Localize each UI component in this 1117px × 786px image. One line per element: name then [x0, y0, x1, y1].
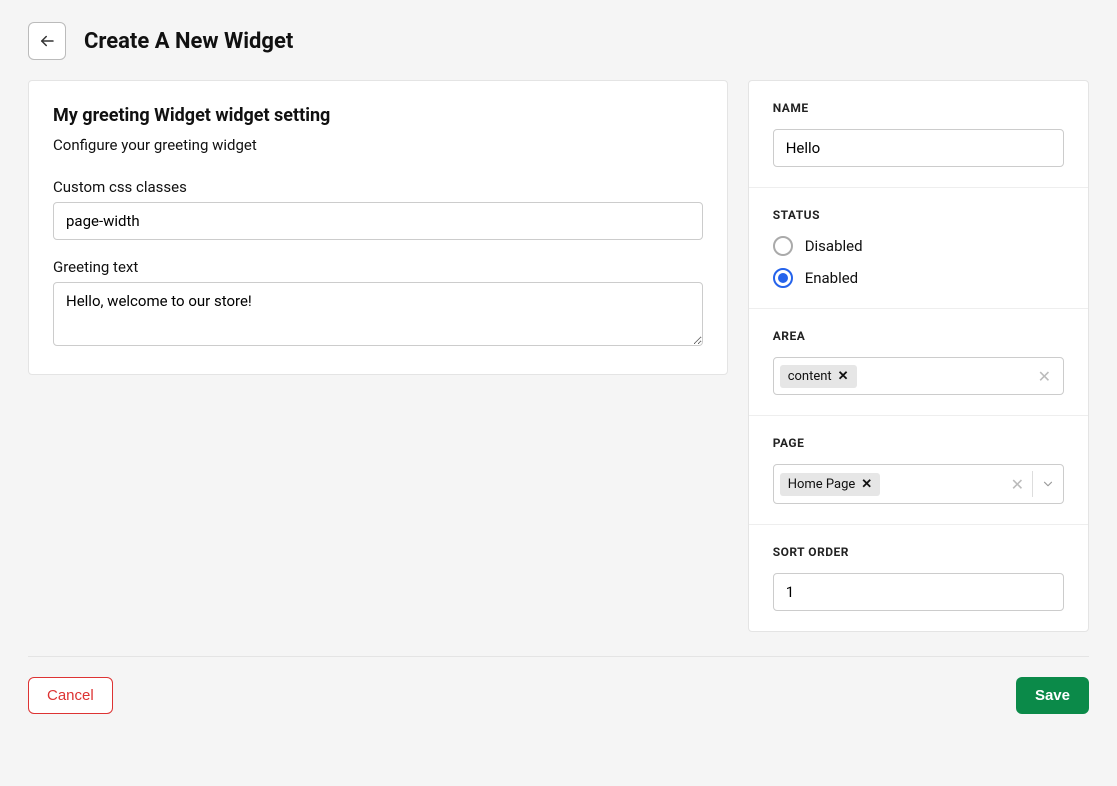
cancel-button[interactable]: Cancel	[28, 677, 113, 714]
page-clear-icon[interactable]: ✕	[1003, 465, 1032, 503]
name-input[interactable]	[773, 129, 1064, 167]
area-chip-label: content	[788, 369, 832, 384]
radio-icon	[773, 268, 793, 288]
card-title: My greeting Widget widget setting	[53, 105, 703, 126]
area-label: AREA	[773, 329, 1064, 343]
widget-settings-card: My greeting Widget widget setting Config…	[28, 80, 728, 375]
status-disabled-option[interactable]: Disabled	[773, 236, 1064, 256]
status-enabled-label: Enabled	[805, 269, 858, 287]
chevron-down-icon	[1041, 477, 1055, 491]
area-clear-icon[interactable]: ✕	[1032, 367, 1057, 386]
sort-order-input[interactable]	[773, 573, 1064, 611]
page-chip: Home Page ✕	[780, 473, 881, 496]
sort-order-label: SORT ORDER	[773, 545, 1064, 559]
status-enabled-option[interactable]: Enabled	[773, 268, 1064, 288]
area-field[interactable]: content ✕ ✕	[773, 357, 1064, 395]
status-label: STATUS	[773, 208, 1064, 222]
area-chip: content ✕	[780, 365, 857, 388]
greeting-text-label: Greeting text	[53, 258, 703, 276]
save-button[interactable]: Save	[1016, 677, 1089, 714]
close-icon[interactable]: ✕	[838, 369, 849, 384]
status-disabled-label: Disabled	[805, 237, 863, 255]
sidebar-card: NAME STATUS Disabled Enabled AREA	[748, 80, 1089, 632]
page-chip-label: Home Page	[788, 477, 856, 492]
css-classes-label: Custom css classes	[53, 178, 703, 196]
greeting-text-input[interactable]	[53, 282, 703, 346]
name-label: NAME	[773, 101, 1064, 115]
card-description: Configure your greeting widget	[53, 136, 703, 154]
back-button[interactable]	[28, 22, 66, 60]
close-icon[interactable]: ✕	[861, 477, 872, 492]
page-title: Create A New Widget	[84, 29, 293, 54]
page-dropdown-toggle[interactable]	[1033, 465, 1063, 503]
arrow-left-icon	[38, 32, 56, 50]
css-classes-input[interactable]	[53, 202, 703, 240]
page-label: PAGE	[773, 436, 1064, 450]
radio-icon	[773, 236, 793, 256]
page-select[interactable]: Home Page ✕ ✕	[773, 464, 1064, 504]
